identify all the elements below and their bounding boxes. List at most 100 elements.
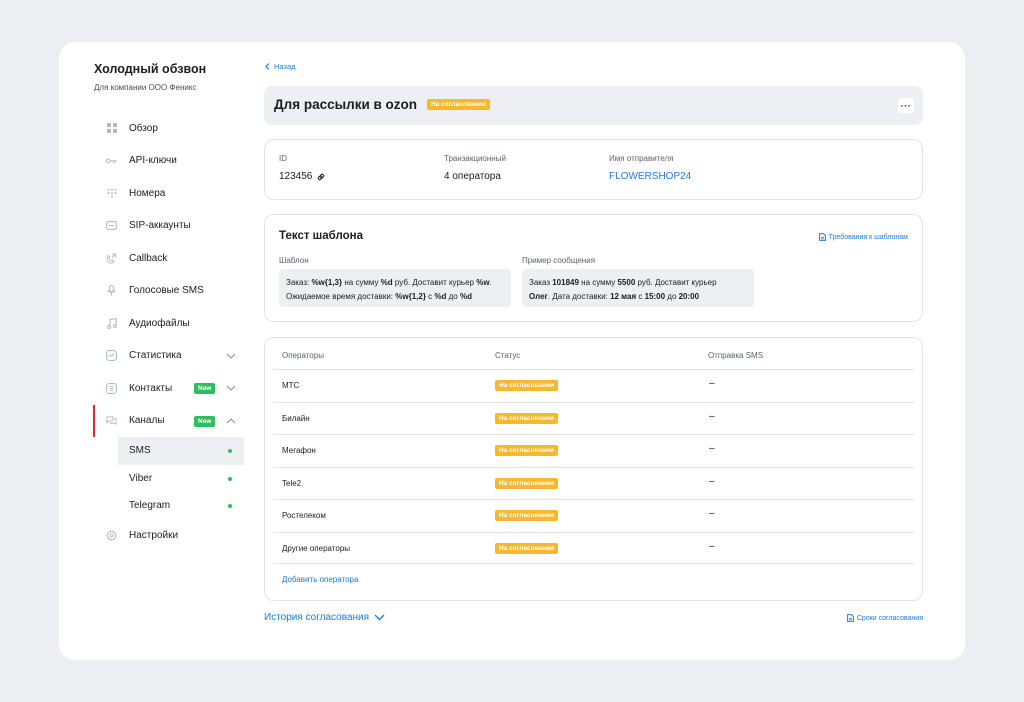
more-icon: ··· — [900, 100, 912, 111]
type-label: Транзакционный — [444, 154, 506, 163]
sms-value: – — [709, 443, 715, 454]
add-operator-link[interactable]: Добавить оператора — [282, 575, 358, 584]
channel-item-sms[interactable]: SMS — [118, 437, 244, 465]
sidebar-item-label: Callback — [129, 252, 168, 264]
sidebar-item-statistics[interactable]: Статистика — [94, 340, 244, 373]
active-dot — [228, 449, 232, 453]
document-icon — [846, 614, 854, 622]
channel-label: Telegram — [129, 500, 171, 512]
sidebar-item-label: Голосовые SMS — [129, 285, 204, 297]
template-text: Заказ: %w{1,3} на сумму %d руб. Доставит… — [279, 269, 511, 307]
sidebar-item-label: Аудиофайлы — [129, 317, 190, 329]
table-row: МТС На согласовании – — [273, 369, 914, 402]
example-line-2: Олег. Дата доставки: 12 мая с 15:00 до 2… — [529, 292, 700, 301]
page-title: Для рассылки в ozon — [274, 97, 418, 112]
id-field: ID 123456 — [279, 154, 325, 182]
deadlines-label: Сроки согласования — [856, 614, 923, 622]
chevron-down-icon[interactable] — [226, 351, 236, 361]
chevron-up-icon[interactable] — [226, 416, 236, 426]
id-value: 123456 — [279, 171, 313, 182]
operator-name: Tele2 — [282, 478, 302, 488]
page-header: Для рассылки в ozon На согласовании ··· — [264, 86, 923, 125]
status-badge: На согласовании — [427, 99, 491, 110]
template-title: Текст шаблона — [279, 230, 363, 242]
operator-name: Ростелеком — [282, 511, 326, 520]
sidebar-item-contacts[interactable]: Контакты New — [94, 372, 244, 405]
type-field: Транзакционный 4 оператора — [444, 154, 506, 182]
sidebar-item-settings[interactable]: Настройки — [94, 520, 244, 553]
new-badge: New — [194, 415, 216, 427]
sidebar-item-callback[interactable]: Callback — [94, 242, 244, 275]
active-dot — [228, 476, 232, 481]
operator-name: Билайн — [282, 413, 310, 423]
sidebar-item-api-keys[interactable]: API-ключи — [94, 145, 244, 178]
sidebar-item-label: Контакты — [129, 382, 173, 394]
sidebar-item-label: API-ключи — [129, 155, 177, 167]
grid-icon — [106, 123, 117, 134]
project-title: Холодный обзвон — [94, 62, 207, 76]
template-card: Текст шаблона Требования к шаблонам Шабл… — [264, 214, 923, 322]
column-header-status: Статус — [495, 351, 521, 360]
sip-icon — [106, 220, 117, 231]
back-link[interactable]: Назад — [265, 62, 296, 71]
sidebar-nav: Обзор API-ключи Номера SIP-аккаунты Call… — [93, 112, 244, 553]
sender-field: Имя отправителя FLOWERSHOP24 — [609, 154, 691, 182]
table-row: Другие операторы На согласовании – — [273, 531, 914, 564]
type-value: 4 оператора — [444, 171, 501, 182]
operators-table: Операторы Статус Отправка SMS МТС На сог… — [264, 337, 923, 601]
contacts-icon — [106, 382, 117, 394]
key-icon — [106, 155, 117, 166]
history-label: История согласования — [264, 612, 370, 623]
sms-value: – — [709, 410, 715, 422]
new-badge: New — [194, 383, 216, 394]
example-label: Пример сообщения — [522, 256, 596, 265]
deadlines-link[interactable]: Сроки согласования — [846, 614, 923, 622]
status-badge: На согласовании — [495, 510, 559, 521]
sidebar-item-label: Настройки — [129, 530, 179, 542]
id-value-row: 123456 — [279, 171, 325, 182]
channel-item-viber[interactable]: Viber — [118, 465, 244, 493]
gear-icon — [106, 530, 117, 541]
chat-icon — [106, 415, 117, 426]
music-note-icon — [106, 317, 117, 329]
template-label: Шаблон — [279, 256, 309, 265]
channel-label: SMS — [129, 445, 151, 457]
table-row: Tele2 На согласовании – — [273, 466, 914, 500]
active-dot — [228, 504, 232, 508]
status-badge: На согласовании — [495, 412, 559, 424]
back-label: Назад — [274, 62, 296, 71]
more-button[interactable]: ··· — [898, 98, 914, 113]
sms-value: – — [709, 378, 715, 389]
sender-value[interactable]: FLOWERSHOP24 — [609, 171, 691, 182]
sidebar-item-label: Каналы — [129, 415, 165, 427]
status-badge: На согласовании — [495, 477, 559, 489]
sms-value: – — [709, 475, 715, 487]
sender-label: Имя отправителя — [609, 154, 674, 163]
sidebar-item-label: Обзор — [129, 122, 158, 134]
channel-label: Viber — [129, 472, 153, 484]
sidebar-item-numbers[interactable]: Номера — [94, 177, 244, 210]
sidebar-item-overview[interactable]: Обзор — [94, 112, 244, 145]
operator-name: МТС — [282, 381, 300, 390]
operator-name: Другие операторы — [282, 543, 351, 553]
history-toggle[interactable]: История согласования — [264, 612, 385, 623]
column-header-sms: Отправка SMS — [708, 351, 764, 360]
sidebar-item-sip[interactable]: SIP-аккаунты — [94, 210, 244, 243]
chevron-down-icon — [374, 614, 385, 621]
sidebar-item-channels[interactable]: Каналы New — [93, 404, 244, 438]
chart-icon — [106, 350, 117, 362]
template-line-1: Заказ: %w{1,3} на сумму %d руб. Доставит… — [286, 278, 492, 287]
channel-item-telegram[interactable]: Telegram — [118, 492, 244, 520]
table-row: Билайн На согласовании – — [273, 401, 914, 435]
example-line-1: Заказ 101849 на сумму 5500 руб. Доставит… — [529, 278, 717, 287]
operator-name: Мегафон — [282, 446, 316, 455]
requirements-link[interactable]: Требования к шаблонам — [818, 233, 908, 241]
sidebar-item-audio[interactable]: Аудиофайлы — [94, 307, 244, 340]
sms-value: – — [709, 508, 715, 519]
status-badge: На согласовании — [495, 445, 559, 456]
sidebar-item-voice-sms[interactable]: Голосовые SMS — [94, 275, 244, 308]
copy-link-icon[interactable] — [317, 173, 325, 181]
document-icon — [818, 233, 826, 241]
callback-icon — [106, 253, 117, 264]
chevron-down-icon[interactable] — [226, 383, 236, 393]
